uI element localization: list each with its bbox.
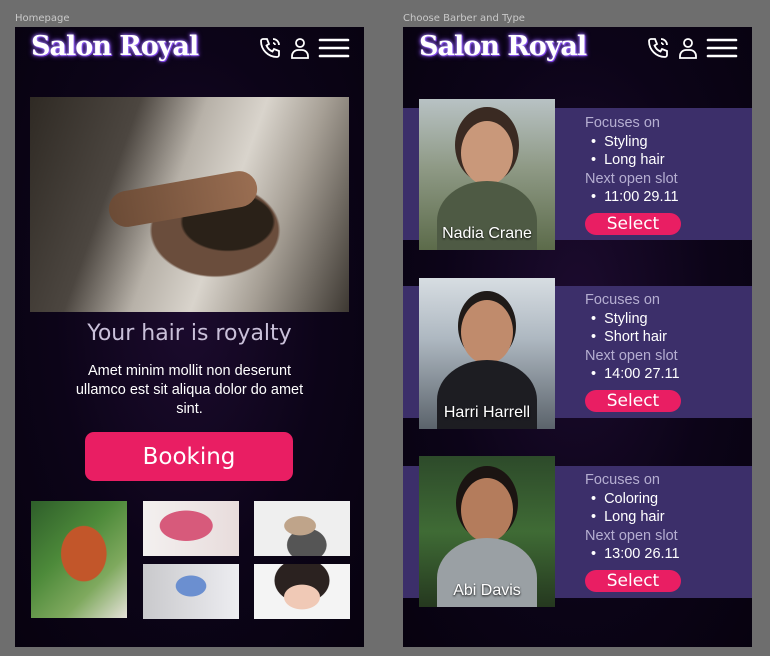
hero-image [30,97,349,312]
phone-icon[interactable] [646,36,670,60]
frame-label-barbers: Choose Barber and Type [403,13,525,24]
slot-value: 14:00 27.11 [585,365,745,384]
slot-label: Next open slot [585,170,678,187]
focus-item: Styling [585,133,745,152]
booking-button[interactable]: Booking [85,432,293,481]
header-icons [646,36,738,60]
focus-label: Focuses on [585,472,660,488]
gallery-image[interactable] [143,564,239,619]
frame-label-homepage: Homepage [15,13,70,24]
select-button[interactable]: Select [585,570,681,592]
gallery-image[interactable] [31,501,127,618]
barber-photo: Nadia Crane [419,99,555,250]
slot-value: 13:00 26.11 [585,545,745,564]
slot-label: Next open slot [585,347,678,364]
homepage-frame: Salon Royal Your hair is royalty Amet mi… [15,27,364,647]
slot-value: 11:00 29.11 [585,188,745,207]
header-icons [258,36,350,60]
menu-icon[interactable] [706,36,738,60]
focus-label: Focuses on [585,292,660,308]
focus-item: Styling [585,310,745,329]
select-button[interactable]: Select [585,213,681,235]
focus-item: Long hair [585,151,745,170]
phone-icon[interactable] [258,36,282,60]
blurb-text: Amet minim mollit non deserunt ullamco e… [75,363,304,417]
barber-name: Nadia Crane [442,225,532,242]
barber-photo: Abi Davis [419,456,555,607]
gallery-image[interactable] [143,501,239,556]
logo[interactable]: Salon Royal [31,31,199,62]
focus-label: Focuses on [585,115,660,131]
user-icon[interactable] [676,36,700,60]
focus-item: Coloring [585,490,745,509]
user-icon[interactable] [288,36,312,60]
gallery-image[interactable] [254,564,350,619]
slot-label: Next open slot [585,527,678,544]
focus-item: Short hair [585,328,745,347]
barber-info: Focuses on Styling Short hair Next open … [585,291,745,384]
barber-info: Focuses on Styling Long hair Next open s… [585,114,745,207]
barbers-frame: Salon Royal Nadia Crane Focuses on Styli… [403,27,752,647]
menu-icon[interactable] [318,36,350,60]
tagline: Your hair is royalty [87,321,292,346]
barber-name: Abi Davis [453,582,521,599]
select-button[interactable]: Select [585,390,681,412]
barber-info: Focuses on Coloring Long hair Next open … [585,471,745,564]
focus-item: Long hair [585,508,745,527]
barber-name: Harri Harrell [443,404,531,421]
barber-photo: Harri Harrell [419,278,555,429]
logo[interactable]: Salon Royal [419,31,587,62]
gallery-image[interactable] [254,501,350,556]
